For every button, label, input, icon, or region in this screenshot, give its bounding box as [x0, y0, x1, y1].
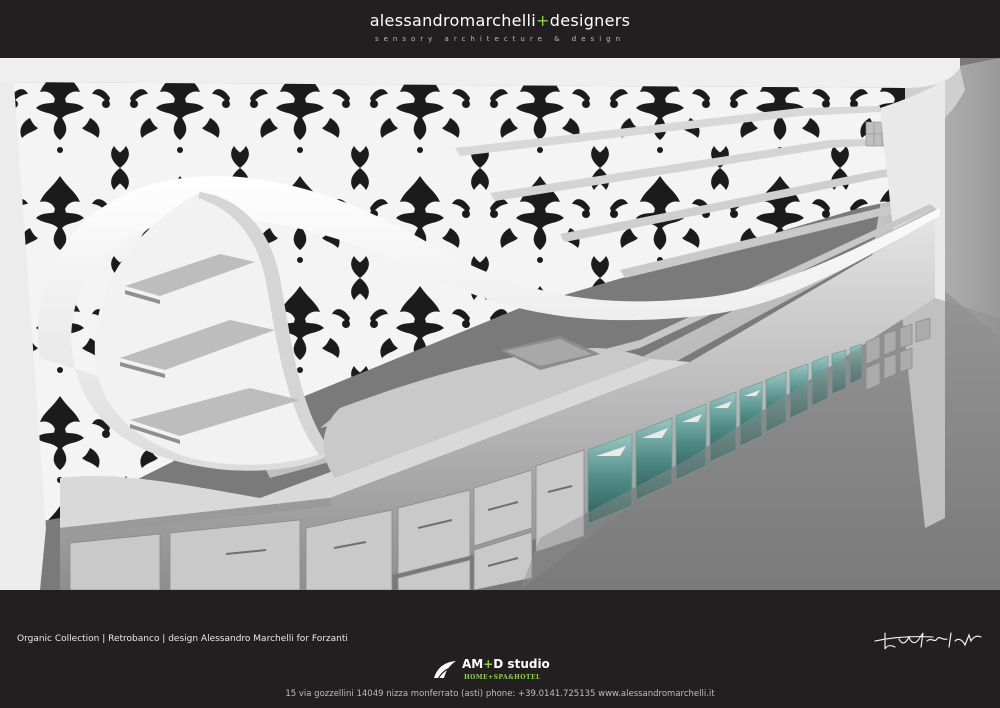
brand-tagline: sensory architecture & design: [374, 35, 626, 43]
logo-subtitle: HOME+SPA&HOTEL: [464, 674, 541, 681]
footer-band: Organic Collection | Retrobanco | design…: [0, 590, 1000, 708]
logo-main: AM: [462, 657, 484, 671]
brand-title: alessandromarchelli+designers: [0, 11, 1000, 30]
logo-mark-icon: [434, 661, 456, 680]
contact-address: 15 via gozzellini 14049 nizza monferrato…: [285, 689, 715, 699]
product-render: [0, 58, 1000, 590]
project-caption: Organic Collection | Retrobanco | design…: [17, 634, 348, 644]
brand-plus: +: [536, 11, 550, 30]
amd-studio-logo: AM+D studio HOME+SPA&HOTEL: [432, 656, 582, 686]
retrobanco-render-image: [0, 58, 1000, 590]
brand-tail: designers: [549, 11, 631, 30]
brand-main: alessandromarchelli: [369, 11, 537, 30]
logo-studio-name: AM+D studio: [462, 657, 550, 671]
logo-tail: D studio: [493, 657, 550, 671]
header-band: alessandromarchelli+designers sensory ar…: [0, 0, 1000, 58]
logo-plus: +: [483, 657, 494, 671]
designer-signature: [874, 632, 982, 650]
